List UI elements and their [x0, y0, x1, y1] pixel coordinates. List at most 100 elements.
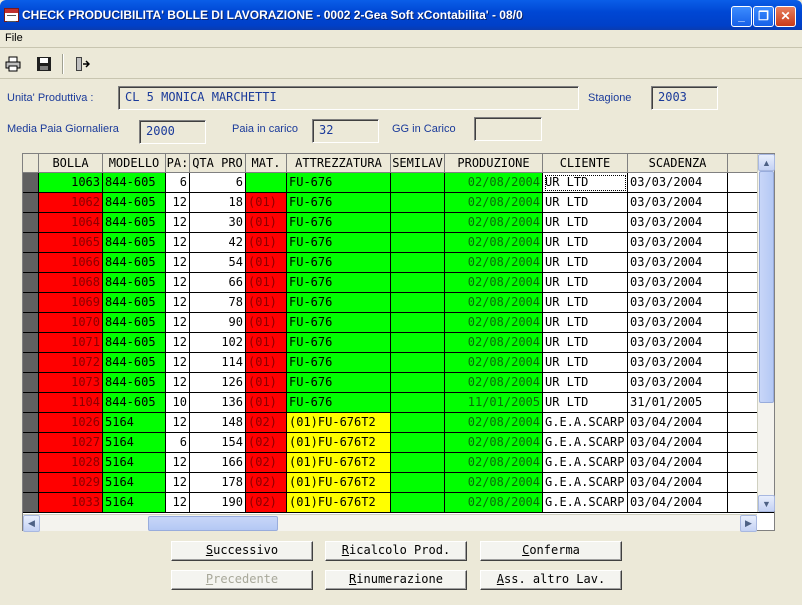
cell-mat[interactable]: (02) — [246, 493, 287, 513]
cell-attr[interactable]: FU-676 — [287, 253, 391, 273]
cell-semi[interactable] — [391, 233, 445, 253]
cell-qta[interactable]: 190 — [190, 493, 246, 513]
cell-prod[interactable]: 02/08/2004 — [445, 433, 543, 453]
cell-mat[interactable]: (01) — [246, 193, 287, 213]
table-row[interactable]: 1028 5164 12 166 (02) (01)FU-676T2 02/08/2004 G… — [23, 453, 774, 473]
cell-scad[interactable]: 03/04/2004 — [628, 473, 728, 493]
cell-attr[interactable]: FU-676 — [287, 273, 391, 293]
cell-scad[interactable]: 03/03/2004 — [628, 313, 728, 333]
cell-attr[interactable]: (01)FU-676T2 — [287, 493, 391, 513]
row-selector[interactable] — [23, 193, 39, 213]
cell-attr[interactable]: (01)FU-676T2 — [287, 433, 391, 453]
cell-cliente[interactable]: UR LTD — [543, 213, 628, 233]
paia-carico-field[interactable]: 32 — [312, 119, 379, 143]
cell-scad[interactable]: 03/04/2004 — [628, 433, 728, 453]
table-row[interactable]: 1070 844-605 12 90 (01) FU-676 02/08/2004 UR LT… — [23, 313, 774, 333]
cell-modello[interactable]: 844-605 — [103, 373, 166, 393]
cell-qta[interactable]: 42 — [190, 233, 246, 253]
cell-pa[interactable]: 12 — [166, 353, 190, 373]
cell-bolla[interactable]: 1069 — [39, 293, 103, 313]
cell-attr[interactable]: FU-676 — [287, 233, 391, 253]
cell-mat[interactable]: (02) — [246, 433, 287, 453]
cell-attr[interactable]: FU-676 — [287, 313, 391, 333]
row-selector[interactable] — [23, 233, 39, 253]
cell-scad[interactable]: 03/03/2004 — [628, 273, 728, 293]
row-selector[interactable] — [23, 373, 39, 393]
cell-scad[interactable]: 03/04/2004 — [628, 413, 728, 433]
cell-bolla[interactable]: 1072 — [39, 353, 103, 373]
cell-attr[interactable]: FU-676 — [287, 373, 391, 393]
cell-qta[interactable]: 136 — [190, 393, 246, 413]
cell-attr[interactable]: FU-676 — [287, 333, 391, 353]
table-row[interactable]: 1064 844-605 12 30 (01) FU-676 02/08/2004 UR LT… — [23, 213, 774, 233]
scroll-up-button[interactable]: ▲ — [758, 154, 775, 171]
cell-modello[interactable]: 5164 — [103, 453, 166, 473]
cell-bolla[interactable]: 1073 — [39, 373, 103, 393]
cell-modello[interactable]: 5164 — [103, 473, 166, 493]
cell-cliente[interactable]: G.E.A.SCARP — [543, 453, 628, 473]
row-selector[interactable] — [23, 353, 39, 373]
cell-attr[interactable]: FU-676 — [287, 393, 391, 413]
cell-bolla[interactable]: 1071 — [39, 333, 103, 353]
rinumerazione-button[interactable]: Rinumerazione — [325, 570, 467, 590]
row-selector[interactable] — [23, 313, 39, 333]
cell-semi[interactable] — [391, 173, 445, 193]
cell-bolla[interactable]: 1065 — [39, 233, 103, 253]
cell-cliente[interactable]: UR LTD — [543, 373, 628, 393]
row-selector[interactable] — [23, 493, 39, 513]
cell-scad[interactable]: 03/04/2004 — [628, 453, 728, 473]
table-row[interactable]: 1073 844-605 12 126 (01) FU-676 02/08/2004 UR L… — [23, 373, 774, 393]
cell-semi[interactable] — [391, 213, 445, 233]
cell-attr[interactable]: FU-676 — [287, 193, 391, 213]
row-selector[interactable] — [23, 473, 39, 493]
cell-qta[interactable]: 18 — [190, 193, 246, 213]
cell-qta[interactable]: 102 — [190, 333, 246, 353]
table-row[interactable]: 1069 844-605 12 78 (01) FU-676 02/08/2004 UR LT… — [23, 293, 774, 313]
cell-pa[interactable]: 10 — [166, 393, 190, 413]
cell-prod[interactable]: 02/08/2004 — [445, 213, 543, 233]
cell-pa[interactable]: 12 — [166, 313, 190, 333]
cell-mat[interactable]: (02) — [246, 413, 287, 433]
cell-semi[interactable] — [391, 193, 445, 213]
horizontal-scroll-thumb[interactable] — [148, 516, 278, 531]
cell-pa[interactable]: 12 — [166, 233, 190, 253]
cell-prod[interactable]: 02/08/2004 — [445, 273, 543, 293]
table-row[interactable]: 1063 844-605 6 6 FU-676 02/08/2004 UR LTD 03/03… — [23, 173, 774, 193]
cell-prod[interactable]: 02/08/2004 — [445, 193, 543, 213]
close-button[interactable]: ✕ — [775, 6, 796, 27]
cell-bolla[interactable]: 1068 — [39, 273, 103, 293]
scroll-right-button[interactable]: ▶ — [740, 515, 757, 532]
cell-mat[interactable]: (01) — [246, 213, 287, 233]
column-header-cliente[interactable]: CLIENTE — [543, 154, 628, 173]
cell-modello[interactable]: 844-605 — [103, 293, 166, 313]
cell-pa[interactable]: 6 — [166, 173, 190, 193]
cell-bolla[interactable]: 1029 — [39, 473, 103, 493]
cell-qta[interactable]: 6 — [190, 173, 246, 193]
cell-cliente[interactable]: G.E.A.SCARP — [543, 473, 628, 493]
exit-button[interactable] — [71, 53, 93, 75]
cell-modello[interactable]: 5164 — [103, 493, 166, 513]
cell-qta[interactable]: 30 — [190, 213, 246, 233]
conferma-button[interactable]: Conferma — [480, 541, 622, 561]
table-row[interactable]: 1104 844-605 10 136 (01) FU-676 11/01/2005 UR L… — [23, 393, 774, 413]
cell-scad[interactable]: 03/03/2004 — [628, 173, 728, 193]
cell-pa[interactable]: 12 — [166, 373, 190, 393]
cell-attr[interactable]: FU-676 — [287, 213, 391, 233]
cell-qta[interactable]: 166 — [190, 453, 246, 473]
cell-semi[interactable] — [391, 373, 445, 393]
cell-pa[interactable]: 12 — [166, 253, 190, 273]
cell-pa[interactable]: 6 — [166, 433, 190, 453]
cell-mat[interactable]: (01) — [246, 373, 287, 393]
cell-semi[interactable] — [391, 413, 445, 433]
table-row[interactable]: 1071 844-605 12 102 (01) FU-676 02/08/2004 UR L… — [23, 333, 774, 353]
cell-mat[interactable]: (01) — [246, 233, 287, 253]
cell-modello[interactable]: 844-605 — [103, 313, 166, 333]
cell-modello[interactable]: 844-605 — [103, 193, 166, 213]
cell-bolla[interactable]: 1063 — [39, 173, 103, 193]
cell-semi[interactable] — [391, 493, 445, 513]
row-selector[interactable] — [23, 273, 39, 293]
cell-cliente[interactable]: UR LTD — [543, 293, 628, 313]
cell-modello[interactable]: 844-605 — [103, 173, 166, 193]
cell-prod[interactable]: 02/08/2004 — [445, 253, 543, 273]
title-bar[interactable]: CHECK PRODUCIBILITA' BOLLE DI LAVORAZION… — [0, 0, 802, 30]
